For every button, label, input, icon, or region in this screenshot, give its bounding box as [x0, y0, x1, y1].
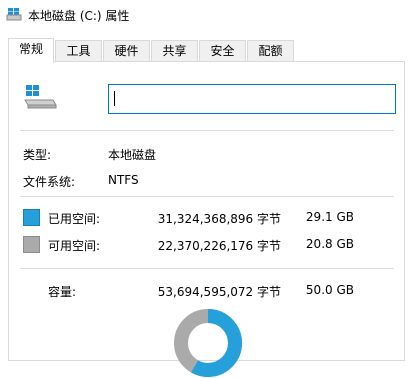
type-label: 类型:	[23, 148, 52, 162]
used-space-gb: 29.1 GB	[305, 210, 354, 224]
used-space-label: 已用空间:	[48, 212, 101, 226]
divider-bottom	[20, 268, 394, 269]
free-space-bytes: 22,370,226,176 字节	[157, 239, 281, 253]
divider-top	[20, 130, 394, 131]
tab-quota[interactable]: 配额	[247, 40, 294, 61]
tab-general[interactable]: 常规	[8, 38, 54, 63]
used-space-bytes: 31,324,368,896 字节	[157, 212, 281, 226]
free-space-label: 可用空间:	[48, 239, 101, 253]
free-space-gb: 20.8 GB	[305, 237, 354, 251]
tab-security[interactable]: 安全	[199, 40, 246, 61]
text-caret	[114, 91, 115, 106]
drive-name-input[interactable]	[108, 84, 396, 114]
type-value: 本地磁盘	[108, 148, 157, 162]
capacity-bytes: 53,694,595,072 字节	[157, 285, 281, 299]
hard-drive-icon	[24, 85, 57, 109]
capacity-gb: 50.0 GB	[305, 283, 354, 297]
drive-properties-icon	[6, 8, 22, 21]
tab-tools[interactable]: 工具	[55, 40, 102, 61]
tab-sharing[interactable]: 共享	[151, 40, 198, 61]
filesystem-value: NTFS	[108, 173, 139, 187]
divider-middle	[20, 196, 394, 197]
capacity-label: 容量:	[48, 285, 77, 299]
filesystem-label: 文件系统:	[23, 175, 76, 189]
tab-hardware[interactable]: 硬件	[103, 40, 150, 61]
usage-donut-chart	[174, 309, 242, 377]
tab-strip: 常规 工具 硬件 共享 安全 配额	[8, 38, 404, 63]
used-space-swatch	[23, 209, 40, 226]
window-title: 本地磁盘 (C:) 属性	[28, 9, 130, 23]
title-bar: 本地磁盘 (C:) 属性	[0, 0, 411, 30]
free-space-swatch	[23, 236, 40, 253]
